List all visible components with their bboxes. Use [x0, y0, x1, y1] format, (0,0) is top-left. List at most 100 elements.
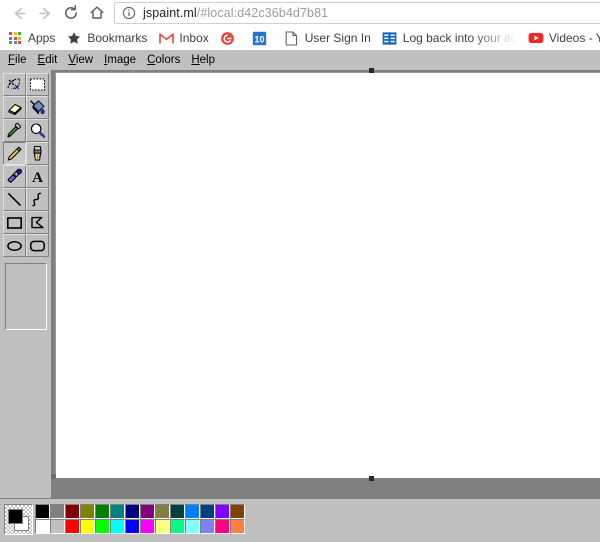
menu-file[interactable]: File: [3, 52, 33, 69]
palette-swatch[interactable]: [215, 504, 230, 519]
menu-colors[interactable]: Colors: [142, 52, 186, 69]
palette-swatch[interactable]: [110, 519, 125, 534]
ellipse-icon: [7, 240, 22, 251]
palette-swatch[interactable]: [125, 504, 140, 519]
foreground-color-swatch[interactable]: [8, 509, 23, 524]
tool-free-form-select[interactable]: [3, 73, 26, 96]
info-circle-icon[interactable]: [122, 6, 136, 20]
reload-button[interactable]: [58, 1, 84, 25]
palette-swatch[interactable]: [185, 519, 200, 534]
palette-swatch[interactable]: [65, 519, 80, 534]
current-colors-indicator[interactable]: [4, 504, 33, 535]
bookmark-videos-youtube[interactable]: Videos - YouTube: [528, 27, 600, 49]
palette-swatch-color: [231, 505, 244, 518]
address-bar[interactable]: jspaint.ml/#local:d42c36b4d7b81: [114, 2, 600, 24]
palette-swatch-color: [96, 505, 109, 518]
reload-icon: [65, 5, 77, 19]
palette-swatch-color: [96, 520, 109, 533]
eraser-icon: [8, 103, 21, 115]
bookmark-label: Inbox: [179, 31, 209, 45]
tool-line[interactable]: [3, 188, 26, 211]
bookmark-bookmarks[interactable]: Bookmarks: [66, 27, 147, 49]
palette-swatch-color: [141, 520, 154, 533]
bookmark-label: Apps: [28, 31, 56, 45]
palette-swatch[interactable]: [155, 504, 170, 519]
tool-magnifier[interactable]: [26, 119, 49, 142]
bookmark-label: Log back into your ac: [402, 31, 517, 45]
bookmark-inbox[interactable]: Inbox: [158, 27, 209, 49]
palette-swatch-color: [171, 505, 184, 518]
palette-swatch[interactable]: [35, 504, 50, 519]
home-button[interactable]: [84, 1, 110, 25]
palette-swatch[interactable]: [125, 519, 140, 534]
palette-swatch[interactable]: [35, 519, 50, 534]
palette-swatch[interactable]: [80, 519, 95, 534]
palette-swatch-color: [216, 520, 229, 533]
back-button[interactable]: [6, 1, 32, 25]
palette-swatch-color: [111, 520, 124, 533]
forward-arrow-icon: [38, 7, 50, 19]
canvas-resize-handle-left[interactable]: [51, 474, 56, 479]
bookmark-calendar[interactable]: 10: [252, 27, 273, 49]
palette-swatch[interactable]: [200, 519, 215, 534]
palette-swatch-color: [156, 520, 169, 533]
tool-fill[interactable]: [26, 96, 49, 119]
bookmark-label: User Sign In: [304, 31, 371, 45]
drawing-canvas[interactable]: [55, 72, 600, 478]
blue-square-icon: [382, 30, 398, 46]
tool-curve[interactable]: [26, 188, 49, 211]
tool-rectangle-select[interactable]: [26, 73, 49, 96]
palette-swatch[interactable]: [230, 504, 245, 519]
tool-airbrush[interactable]: [3, 165, 26, 188]
palette-swatch[interactable]: [200, 504, 215, 519]
bookmark-log-back-in[interactable]: Log back into your ac: [382, 27, 517, 49]
rectangle-icon: [6, 216, 22, 229]
palette-swatch[interactable]: [80, 504, 95, 519]
palette-swatch[interactable]: [230, 519, 245, 534]
tool-pick-color[interactable]: [3, 119, 26, 142]
palette-swatch[interactable]: [95, 519, 110, 534]
forward-button[interactable]: [32, 1, 58, 25]
palette-swatch[interactable]: [155, 519, 170, 534]
menu-edit[interactable]: Edit: [33, 52, 64, 69]
menu-view[interactable]: View: [63, 52, 99, 69]
tool-brush[interactable]: [26, 142, 49, 165]
rounded-rectangle-icon: [30, 240, 45, 251]
menu-bar: File Edit View Image Colors Help: [0, 50, 600, 70]
bookmark-apps[interactable]: Apps: [7, 27, 55, 49]
palette-swatch[interactable]: [215, 519, 230, 534]
canvas-resize-handle-top[interactable]: [369, 68, 374, 73]
svg-text:10: 10: [255, 34, 265, 44]
tool-polygon[interactable]: [26, 211, 49, 234]
palette-swatch[interactable]: [50, 519, 65, 534]
palette-swatch[interactable]: [50, 504, 65, 519]
bookmark-user-sign-in[interactable]: User Sign In: [284, 27, 371, 49]
palette-swatch[interactable]: [65, 504, 80, 519]
palette-swatch[interactable]: [170, 519, 185, 534]
palette-swatch[interactable]: [95, 504, 110, 519]
tool-eraser[interactable]: [3, 96, 26, 119]
tool-text[interactable]: A: [26, 165, 49, 188]
palette-swatch[interactable]: [185, 504, 200, 519]
brush-icon: [33, 146, 42, 161]
menu-image[interactable]: Image: [99, 52, 142, 69]
bookmark-google-red[interactable]: [220, 27, 241, 49]
palette-swatch-color: [216, 505, 229, 518]
palette-swatch[interactable]: [140, 519, 155, 534]
tool-pencil[interactable]: [3, 142, 26, 165]
tool-options-panel[interactable]: [5, 263, 47, 330]
canvas-resize-handle-bottom[interactable]: [369, 476, 374, 481]
palette-swatch-color: [126, 505, 139, 518]
palette-swatch[interactable]: [110, 504, 125, 519]
menu-help[interactable]: Help: [186, 52, 221, 69]
palette-swatch[interactable]: [170, 504, 185, 519]
palette-swatch-color: [36, 505, 49, 518]
palette-swatch-color: [66, 520, 79, 533]
palette-swatch-color: [156, 505, 169, 518]
tool-rounded-rectangle[interactable]: [26, 234, 49, 257]
palette-swatch-color: [186, 520, 199, 533]
paint-workspace: A: [0, 68, 600, 542]
tool-ellipse[interactable]: [3, 234, 26, 257]
tool-rectangle[interactable]: [3, 211, 26, 234]
palette-swatch[interactable]: [140, 504, 155, 519]
